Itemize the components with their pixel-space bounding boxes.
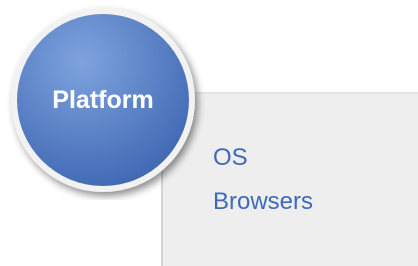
- circle-label: Platform: [52, 86, 154, 114]
- platform-circle: Platform: [0, 0, 220, 200]
- panel-item-browsers: Browsers: [213, 188, 314, 215]
